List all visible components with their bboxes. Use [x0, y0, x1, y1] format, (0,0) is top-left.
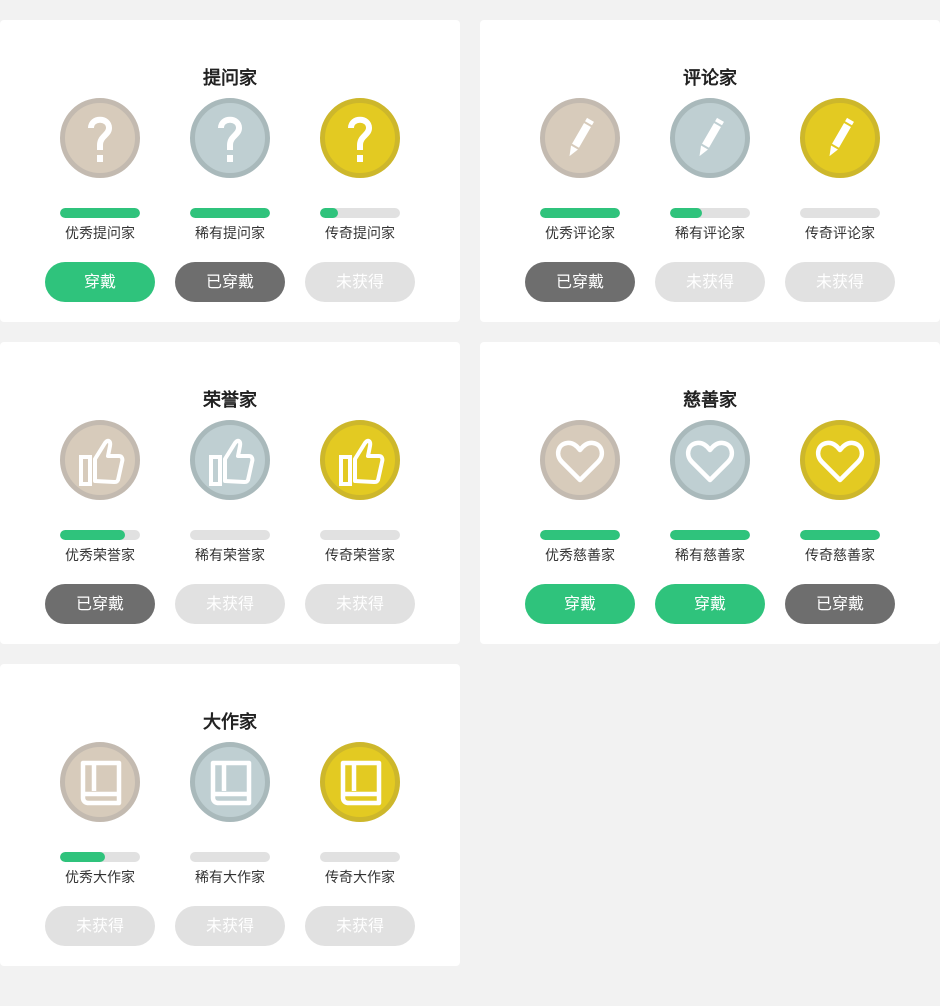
progress-fill — [540, 530, 620, 540]
badge-item-legendary: 传奇大作家 未获得 — [305, 742, 415, 946]
progress-fill — [670, 530, 750, 540]
badge-label: 传奇慈善家 — [805, 548, 875, 564]
badge-item-rare: 稀有大作家 未获得 — [175, 742, 285, 946]
badge-label: 优秀大作家 — [65, 870, 135, 886]
locked-button: 未获得 — [175, 584, 285, 624]
badge-label: 传奇荣誉家 — [325, 548, 395, 564]
progress-bar — [190, 208, 270, 218]
worn-button[interactable]: 已穿戴 — [45, 584, 155, 624]
badge-medal — [60, 420, 140, 500]
progress-bar — [320, 852, 400, 862]
progress-fill — [670, 208, 702, 218]
badge-label: 稀有大作家 — [195, 870, 265, 886]
badge-medal — [320, 98, 400, 178]
badge-medal — [320, 420, 400, 500]
badge-medal — [190, 98, 270, 178]
badge-label: 传奇评论家 — [805, 226, 875, 242]
wear-button[interactable]: 穿戴 — [45, 262, 155, 302]
card-title: 大作家 — [203, 712, 257, 733]
progress-fill — [60, 852, 105, 862]
badge-medal — [540, 420, 620, 500]
badge-medal — [800, 420, 880, 500]
badge-medal — [60, 742, 140, 822]
badge-item-excellent: 优秀评论家 已穿戴 — [525, 98, 635, 302]
badge-card: 慈善家 优秀慈善家 穿戴 稀有慈善家 穿戴 传奇慈善家 已穿戴 — [480, 342, 940, 644]
badge-medal — [60, 98, 140, 178]
progress-fill — [60, 530, 125, 540]
badge-label: 稀有评论家 — [675, 226, 745, 242]
progress-bar — [60, 852, 140, 862]
locked-button: 未获得 — [785, 262, 895, 302]
badge-label: 优秀提问家 — [65, 226, 135, 242]
progress-bar — [540, 530, 620, 540]
badge-label: 传奇大作家 — [325, 870, 395, 886]
badge-grid: 提问家 优秀提问家 穿戴 稀有提问家 已穿戴 传奇提问家 未获得 评论家 优秀评论家 已穿戴 稀有评… — [0, 0, 940, 1006]
progress-bar — [800, 530, 880, 540]
badge-item-rare: 稀有提问家 已穿戴 — [175, 98, 285, 302]
badge-medal — [800, 98, 880, 178]
badge-card: 荣誉家 优秀荣誉家 已穿戴 稀有荣誉家 未获得 传奇荣誉家 未获得 — [0, 342, 460, 644]
badge-item-legendary: 传奇评论家 未获得 — [785, 98, 895, 302]
wear-button[interactable]: 穿戴 — [655, 584, 765, 624]
progress-fill — [800, 530, 880, 540]
progress-bar — [670, 530, 750, 540]
progress-bar — [320, 208, 400, 218]
progress-bar — [320, 530, 400, 540]
badge-label: 优秀评论家 — [545, 226, 615, 242]
badge-item-legendary: 传奇慈善家 已穿戴 — [785, 420, 895, 624]
wear-button[interactable]: 穿戴 — [525, 584, 635, 624]
worn-button[interactable]: 已穿戴 — [175, 262, 285, 302]
badge-card: 提问家 优秀提问家 穿戴 稀有提问家 已穿戴 传奇提问家 未获得 — [0, 20, 460, 322]
locked-button: 未获得 — [45, 906, 155, 946]
badge-item-legendary: 传奇荣誉家 未获得 — [305, 420, 415, 624]
badge-label: 稀有慈善家 — [675, 548, 745, 564]
locked-button: 未获得 — [305, 262, 415, 302]
badge-label: 稀有提问家 — [195, 226, 265, 242]
badge-label: 优秀慈善家 — [545, 548, 615, 564]
badge-medal — [670, 420, 750, 500]
progress-bar — [800, 208, 880, 218]
locked-button: 未获得 — [175, 906, 285, 946]
progress-fill — [540, 208, 620, 218]
badge-medal — [670, 98, 750, 178]
progress-fill — [60, 208, 140, 218]
progress-fill — [190, 208, 270, 218]
card-title: 评论家 — [683, 68, 737, 89]
card-title: 慈善家 — [683, 390, 737, 411]
badge-item-rare: 稀有荣誉家 未获得 — [175, 420, 285, 624]
badge-card: 大作家 优秀大作家 未获得 稀有大作家 未获得 传奇大作家 未获得 — [0, 664, 460, 966]
badge-item-rare: 稀有慈善家 穿戴 — [655, 420, 765, 624]
badge-medal — [190, 420, 270, 500]
locked-button: 未获得 — [655, 262, 765, 302]
progress-bar — [670, 208, 750, 218]
worn-button[interactable]: 已穿戴 — [785, 584, 895, 624]
badge-label: 传奇提问家 — [325, 226, 395, 242]
card-title: 荣誉家 — [203, 390, 257, 411]
progress-bar — [190, 530, 270, 540]
badge-medal — [190, 742, 270, 822]
badge-item-excellent: 优秀提问家 穿戴 — [45, 98, 155, 302]
progress-bar — [540, 208, 620, 218]
locked-button: 未获得 — [305, 906, 415, 946]
progress-fill — [320, 208, 338, 218]
progress-bar — [190, 852, 270, 862]
badge-medal — [540, 98, 620, 178]
badge-label: 优秀荣誉家 — [65, 548, 135, 564]
badge-card: 评论家 优秀评论家 已穿戴 稀有评论家 未获得 传奇评论家 未获得 — [480, 20, 940, 322]
badge-item-excellent: 优秀荣誉家 已穿戴 — [45, 420, 155, 624]
badge-medal — [320, 742, 400, 822]
badge-item-excellent: 优秀慈善家 穿戴 — [525, 420, 635, 624]
badge-label: 稀有荣誉家 — [195, 548, 265, 564]
card-title: 提问家 — [203, 68, 257, 89]
progress-bar — [60, 208, 140, 218]
badge-item-legendary: 传奇提问家 未获得 — [305, 98, 415, 302]
progress-bar — [60, 530, 140, 540]
badge-item-excellent: 优秀大作家 未获得 — [45, 742, 155, 946]
badge-item-rare: 稀有评论家 未获得 — [655, 98, 765, 302]
worn-button[interactable]: 已穿戴 — [525, 262, 635, 302]
locked-button: 未获得 — [305, 584, 415, 624]
